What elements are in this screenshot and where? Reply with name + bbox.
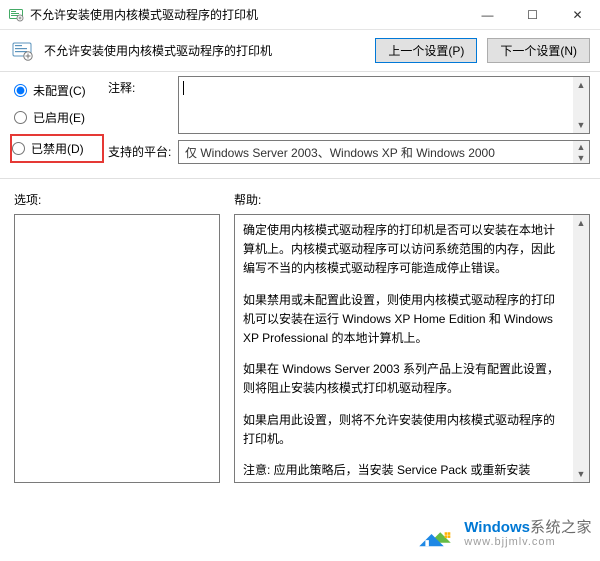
scroll-down-icon[interactable]: ▼: [573, 152, 589, 163]
scroll-down-icon[interactable]: ▼: [573, 466, 589, 482]
scroll-up-icon[interactable]: ▲: [573, 141, 589, 152]
comment-label: 注释:: [108, 76, 178, 96]
radio-not-configured[interactable]: 未配置(C): [14, 82, 104, 99]
scroll-up-icon[interactable]: ▲: [573, 215, 589, 231]
prev-setting-button[interactable]: 上一个设置(P): [375, 38, 477, 63]
options-column: 选项:: [14, 191, 220, 483]
watermark-logo-icon: [414, 513, 456, 555]
radio-disabled-input[interactable]: [12, 142, 25, 155]
divider: [0, 71, 600, 72]
header-row: 不允许安装使用内核模式驱动程序的打印机 上一个设置(P) 下一个设置(N): [0, 30, 600, 71]
maximize-button[interactable]: ☐: [510, 0, 555, 29]
scrollbar[interactable]: ▲ ▼: [573, 77, 589, 133]
window-title: 不允许安装使用内核模式驱动程序的打印机: [30, 6, 465, 23]
watermark-url: www.bjjmlv.com: [464, 536, 592, 549]
close-button[interactable]: ✕: [555, 0, 600, 29]
policy-icon: [10, 39, 34, 63]
platform-value: 仅 Windows Server 2003、Windows XP 和 Windo…: [185, 144, 495, 161]
scroll-track[interactable]: [573, 231, 589, 466]
radio-not-configured-input[interactable]: [14, 84, 27, 97]
options-label: 选项:: [14, 191, 220, 208]
radio-enabled-input[interactable]: [14, 111, 27, 124]
divider: [0, 178, 600, 179]
platform-row: 支持的平台: 仅 Windows Server 2003、Windows XP …: [108, 140, 590, 164]
policy-title: 不允许安装使用内核模式驱动程序的打印机: [44, 42, 365, 59]
radio-disabled[interactable]: 已禁用(D): [12, 140, 96, 157]
help-p2: 如果禁用或未配置此设置，则使用内核模式驱动程序的打印机可以安装在运行 Windo…: [243, 291, 565, 349]
titlebar: 不允许安装使用内核模式驱动程序的打印机 — ☐ ✕: [0, 0, 600, 30]
comment-row: 注释: ▲ ▼: [108, 76, 590, 134]
watermark-brand-en: Windows: [464, 519, 530, 536]
help-p5: 注意: 应用此策略后，当安装 Service Pack 或重新安装 Window…: [243, 461, 565, 482]
highlight-box: 已禁用(D): [10, 134, 104, 163]
minimize-button[interactable]: —: [465, 0, 510, 29]
scroll-track[interactable]: [573, 93, 589, 117]
lower-panes: 选项: 帮助: 确定使用内核模式驱动程序的打印机是否可以安装在本地计算机上。内核…: [0, 183, 600, 483]
scroll-down-icon[interactable]: ▼: [573, 117, 589, 133]
state-radios: 未配置(C) 已启用(E) 已禁用(D): [0, 76, 104, 163]
scroll-up-icon[interactable]: ▲: [573, 77, 589, 93]
comment-textarea[interactable]: ▲ ▼: [178, 76, 590, 134]
scrollbar[interactable]: ▲ ▼: [573, 141, 589, 163]
text-caret: [183, 81, 184, 95]
watermark: Windows系统之家 www.bjjmlv.com: [414, 513, 592, 555]
platform-label: 支持的平台:: [108, 140, 178, 160]
help-column: 帮助: 确定使用内核模式驱动程序的打印机是否可以安装在本地计算机上。内核模式驱动…: [234, 191, 590, 483]
right-column: 注释: ▲ ▼ 支持的平台: 仅 Windows Server 2003、Win…: [108, 76, 600, 164]
scrollbar[interactable]: ▲ ▼: [573, 215, 589, 482]
help-p4: 如果启用此设置，则将不允许安装使用内核模式驱动程序的打印机。: [243, 411, 565, 449]
options-content: [15, 215, 203, 482]
help-pane[interactable]: 确定使用内核模式驱动程序的打印机是否可以安装在本地计算机上。内核模式驱动程序可以…: [234, 214, 590, 483]
platform-box: 仅 Windows Server 2003、Windows XP 和 Windo…: [178, 140, 590, 164]
radio-enabled[interactable]: 已启用(E): [14, 109, 104, 126]
help-p3: 如果在 Windows Server 2003 系列产品上没有配置此设置，则将阻…: [243, 360, 565, 398]
app-icon: [8, 7, 24, 23]
watermark-brand-cn: 系统之家: [530, 519, 592, 536]
next-setting-button[interactable]: 下一个设置(N): [487, 38, 590, 63]
window-buttons: — ☐ ✕: [465, 0, 600, 29]
help-p1: 确定使用内核模式驱动程序的打印机是否可以安装在本地计算机上。内核模式驱动程序可以…: [243, 221, 565, 279]
options-pane[interactable]: [14, 214, 220, 483]
help-content: 确定使用内核模式驱动程序的打印机是否可以安装在本地计算机上。内核模式驱动程序可以…: [235, 215, 573, 482]
help-label: 帮助:: [234, 191, 590, 208]
watermark-text: Windows系统之家 www.bjjmlv.com: [464, 519, 592, 549]
